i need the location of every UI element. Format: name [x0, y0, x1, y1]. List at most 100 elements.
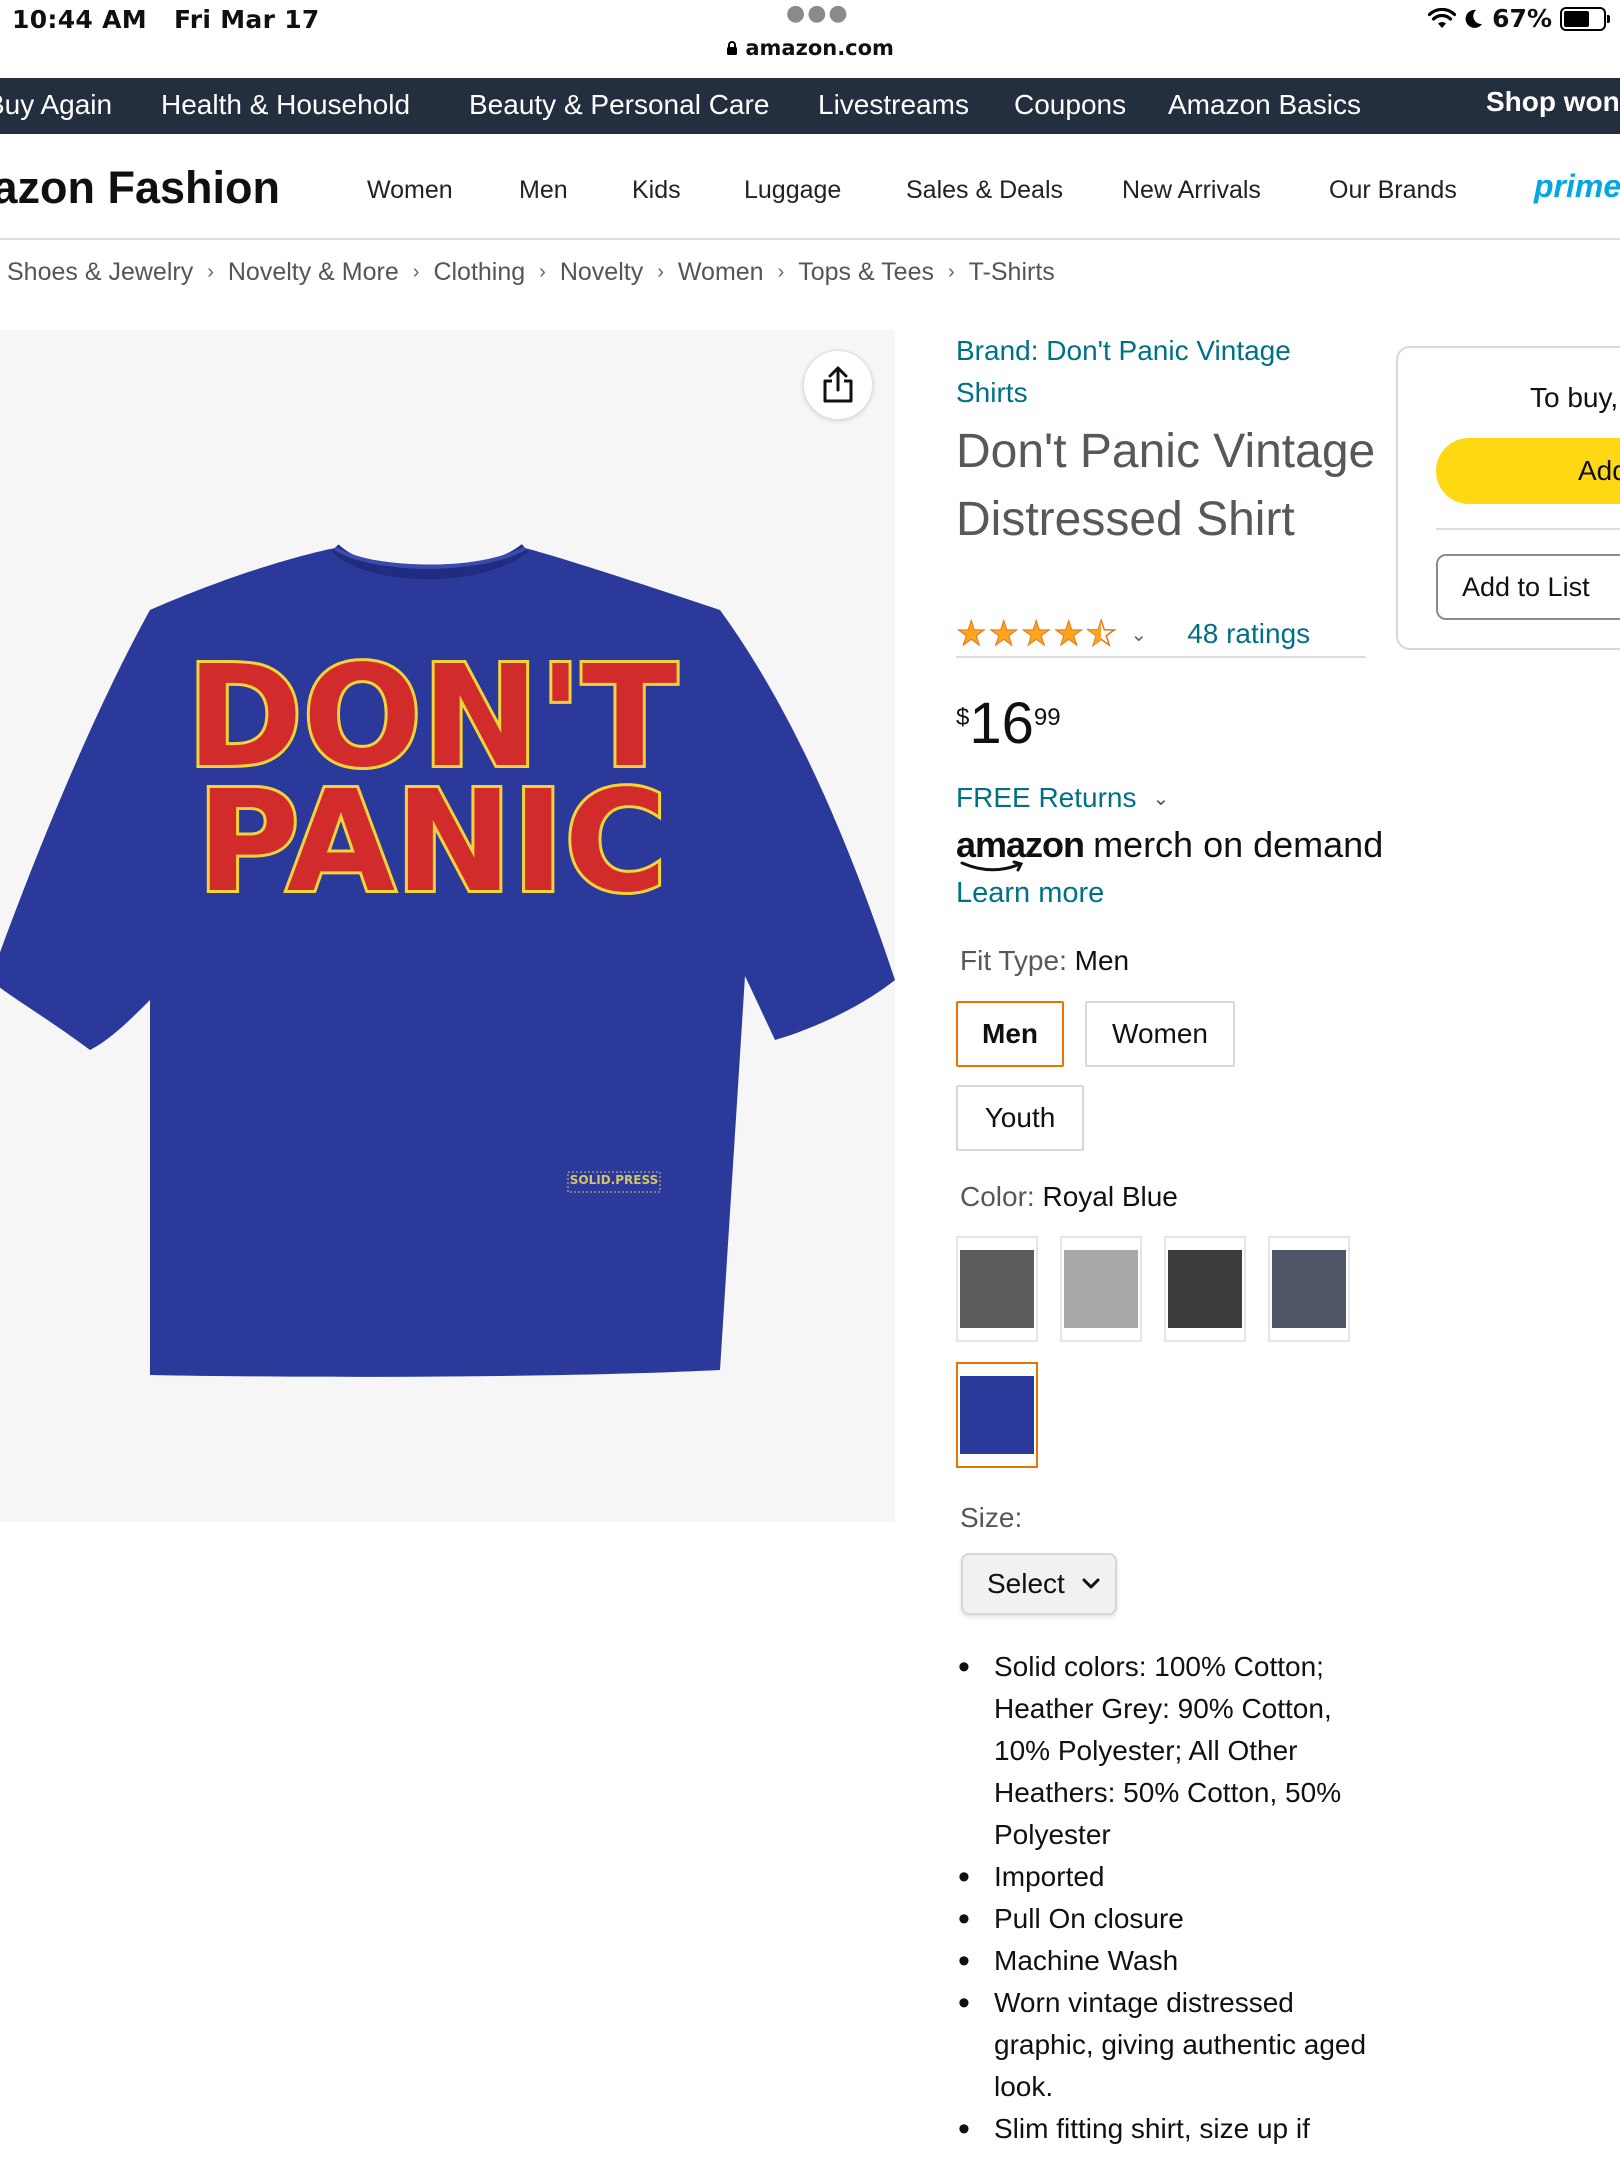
- battery-percent: 67%: [1492, 4, 1552, 33]
- brand-link[interactable]: Brand: Don't Panic Vintage Shirts: [956, 330, 1356, 414]
- nav-livestreams[interactable]: Livestreams: [818, 89, 969, 121]
- merch-text: merch on demand: [1093, 824, 1384, 865]
- price-symbol: $: [956, 704, 970, 731]
- fit-option-men[interactable]: Men: [956, 1001, 1064, 1067]
- breadcrumb-item[interactable]: Novelty: [560, 258, 643, 287]
- color-value: Royal Blue: [1042, 1181, 1178, 1212]
- size-label: Size:: [960, 1502, 1023, 1533]
- fit-type-value: Men: [1074, 945, 1130, 976]
- list-item: Pull On closure: [956, 1898, 1376, 1940]
- fit-option-youth[interactable]: Youth: [956, 1085, 1084, 1151]
- list-item: Worn vintage distressed graphic, giving …: [956, 1982, 1376, 2108]
- buy-box: To buy, select Size Add to Cart Add to L…: [1396, 346, 1620, 650]
- product-title: Don't Panic Vintage Distressed Shirt: [956, 425, 1376, 546]
- status-time: 10:44 AM Fri Mar 17: [12, 5, 320, 34]
- share-button[interactable]: [803, 350, 873, 420]
- fashion-link-kids[interactable]: Kids: [632, 176, 681, 205]
- multitask-dots-icon[interactable]: ●●●: [786, 1, 850, 26]
- chevron-right-icon: ›: [207, 261, 214, 283]
- chevron-down-icon: ⌄: [1152, 787, 1170, 810]
- free-returns-link[interactable]: FREE Returns ⌄: [956, 782, 1169, 814]
- nav-shop-promo[interactable]: Shop won: [1486, 86, 1620, 118]
- fashion-link-men[interactable]: Men: [519, 176, 568, 205]
- shirt-graphic-line2: PANIC: [197, 761, 667, 924]
- list-item: Imported: [956, 1856, 1376, 1898]
- breadcrumb-item[interactable]: Clothing: [433, 258, 525, 287]
- color-swatch-dark-heather[interactable]: [956, 1236, 1038, 1342]
- price-fraction: 99: [1033, 704, 1061, 731]
- rating-row: ★ ★ ★ ★ ★ ⌄ 48 ratings: [955, 612, 1366, 658]
- chevron-right-icon: ›: [947, 261, 955, 283]
- fashion-link-women[interactable]: Women: [367, 176, 453, 205]
- fit-type-label: Fit Type: Men: [960, 945, 1129, 977]
- star-icon: ★: [1053, 614, 1085, 654]
- star-icon: ★: [955, 614, 987, 654]
- top-nav: Buy Again Health & Household Beauty & Pe…: [0, 78, 1620, 134]
- star-icon: ★: [1020, 614, 1052, 654]
- breadcrumb-item[interactable]: Tops & Tees: [798, 258, 934, 287]
- chevron-down-icon: [1082, 1578, 1100, 1589]
- product-image-tshirt[interactable]: DON'T PANIC SOLID.PRESS: [0, 460, 895, 1460]
- fashion-link-sales-deals[interactable]: Sales & Deals: [906, 176, 1063, 205]
- nav-amazon-basics[interactable]: Amazon Basics: [1168, 89, 1361, 121]
- breadcrumb-item[interactable]: Women: [678, 258, 764, 287]
- add-to-list-button[interactable]: Add to List: [1436, 554, 1620, 620]
- add-to-cart-button[interactable]: Add to Cart: [1436, 438, 1620, 504]
- nav-buy-again[interactable]: Buy Again: [0, 89, 112, 121]
- prime-logo[interactable]: prime: [1534, 168, 1620, 205]
- breadcrumb-item[interactable]: Novelty & More: [228, 258, 399, 287]
- url-text: amazon.com: [745, 36, 894, 60]
- fashion-nav: Amazon Fashion Women Men Kids Luggage Sa…: [0, 138, 1620, 240]
- color-swatch-heather-blue[interactable]: [1268, 1236, 1350, 1342]
- nav-coupons[interactable]: Coupons: [1014, 89, 1126, 121]
- wifi-icon: [1428, 7, 1457, 28]
- color-heading: Color:: [960, 1181, 1043, 1212]
- color-swatch-royal-blue[interactable]: [956, 1362, 1038, 1468]
- nav-health-household[interactable]: Health & Household: [161, 89, 410, 121]
- product-image-panel[interactable]: DON'T PANIC SOLID.PRESS: [0, 330, 895, 1522]
- chevron-right-icon: ›: [777, 261, 785, 283]
- breadcrumb: Shoes & Jewelry › Novelty & More › Clothin…: [7, 258, 1055, 287]
- amazon-smile-icon: [960, 860, 1024, 872]
- star-rating[interactable]: ★ ★ ★ ★ ★: [955, 614, 1117, 654]
- price: $ 16 99: [956, 692, 1061, 756]
- breadcrumb-item[interactable]: T-Shirts: [969, 258, 1055, 287]
- chevron-right-icon: ›: [657, 261, 664, 283]
- lock-icon: [727, 41, 738, 55]
- nav-beauty-personal-care[interactable]: Beauty & Personal Care: [469, 89, 769, 121]
- size-select-value: Select: [987, 1568, 1065, 1599]
- share-icon: [823, 366, 853, 403]
- star-icon: ★: [988, 614, 1020, 654]
- fashion-link-luggage[interactable]: Luggage: [744, 176, 841, 205]
- fashion-link-our-brands[interactable]: Our Brands: [1329, 176, 1457, 205]
- fit-type-heading: Fit Type:: [960, 945, 1075, 976]
- color-swatch-heather-grey[interactable]: [1060, 1236, 1142, 1342]
- moon-icon: [1465, 9, 1483, 28]
- merch-on-demand-logo: amazon merch on demand: [956, 824, 1384, 872]
- half-star-icon: ★: [1085, 616, 1117, 652]
- fit-option-women[interactable]: Women: [1085, 1001, 1235, 1067]
- product-feature-bullets: Solid colors: 100% Cotton; Heather Grey:…: [956, 1646, 1376, 2150]
- fashion-link-new-arrivals[interactable]: New Arrivals: [1122, 176, 1261, 205]
- size-select-dropdown[interactable]: Select: [961, 1553, 1117, 1615]
- fashion-store-title[interactable]: Amazon Fashion: [0, 162, 280, 214]
- chevron-right-icon: ›: [539, 261, 546, 283]
- url-bar[interactable]: amazon.com: [0, 36, 1620, 60]
- color-swatch-charcoal[interactable]: [1164, 1236, 1246, 1342]
- buy-box-instruction: To buy, select Size: [1530, 382, 1620, 413]
- free-returns-label: FREE Returns: [956, 782, 1137, 813]
- shirt-tag: SOLID.PRESS: [570, 1173, 658, 1187]
- buy-box-divider: [1436, 528, 1620, 530]
- chevron-down-icon[interactable]: ⌄: [1130, 622, 1147, 646]
- amazon-logo: amazon: [956, 824, 1093, 872]
- status-indicators: 67%: [1428, 4, 1610, 33]
- list-item: Slim fitting shirt, size up if: [956, 2108, 1376, 2150]
- ratings-count-link[interactable]: 48 ratings: [1187, 618, 1310, 650]
- list-item: Solid colors: 100% Cotton; Heather Grey:…: [956, 1646, 1376, 1856]
- learn-more-link[interactable]: Learn more: [956, 877, 1104, 910]
- chevron-right-icon: ›: [412, 261, 420, 283]
- price-whole: 16: [969, 691, 1034, 756]
- clock: 10:44 AM: [12, 5, 147, 34]
- breadcrumb-item[interactable]: Shoes & Jewelry: [7, 258, 193, 287]
- color-label: Color: Royal Blue: [960, 1181, 1178, 1213]
